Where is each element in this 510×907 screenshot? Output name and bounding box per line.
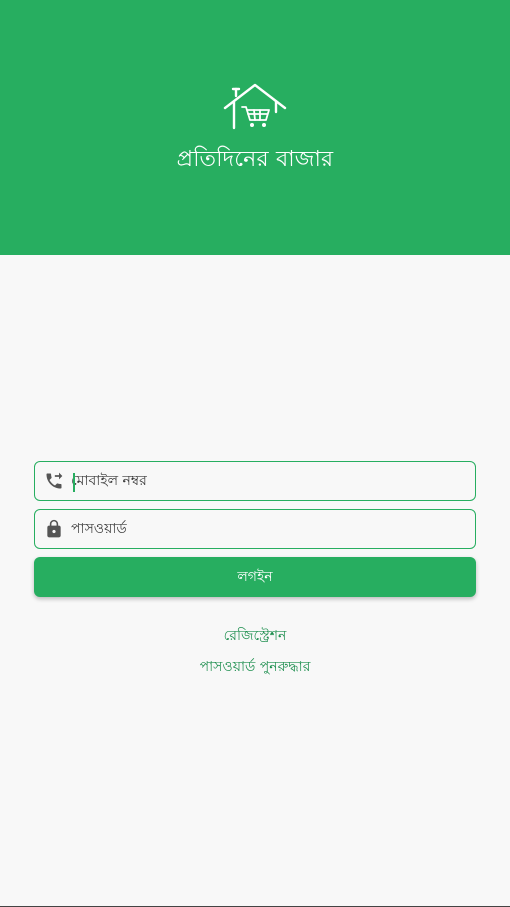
house-cart-icon xyxy=(223,83,287,130)
phone-input[interactable] xyxy=(71,462,465,500)
recover-password-link[interactable]: পাসওয়ার্ড পুনরুদ্ধার xyxy=(0,655,510,679)
app-title: প্রতিদিনের বাজার xyxy=(176,147,334,172)
password-input[interactable] xyxy=(71,510,465,548)
login-screen: প্রতিদিনের বাজার লগইন রেজিস্ট্রেশন পাসওয… xyxy=(0,0,510,907)
login-button[interactable]: লগইন xyxy=(34,557,476,597)
phone-field[interactable] xyxy=(34,461,476,501)
text-cursor xyxy=(73,473,75,492)
password-field[interactable] xyxy=(34,509,476,549)
register-link[interactable]: রেজিস্ট্রেশন xyxy=(0,624,510,648)
app-header: প্রতিদিনের বাজার xyxy=(0,0,510,255)
lock-icon xyxy=(47,519,61,538)
phone-forward-icon xyxy=(46,472,63,489)
